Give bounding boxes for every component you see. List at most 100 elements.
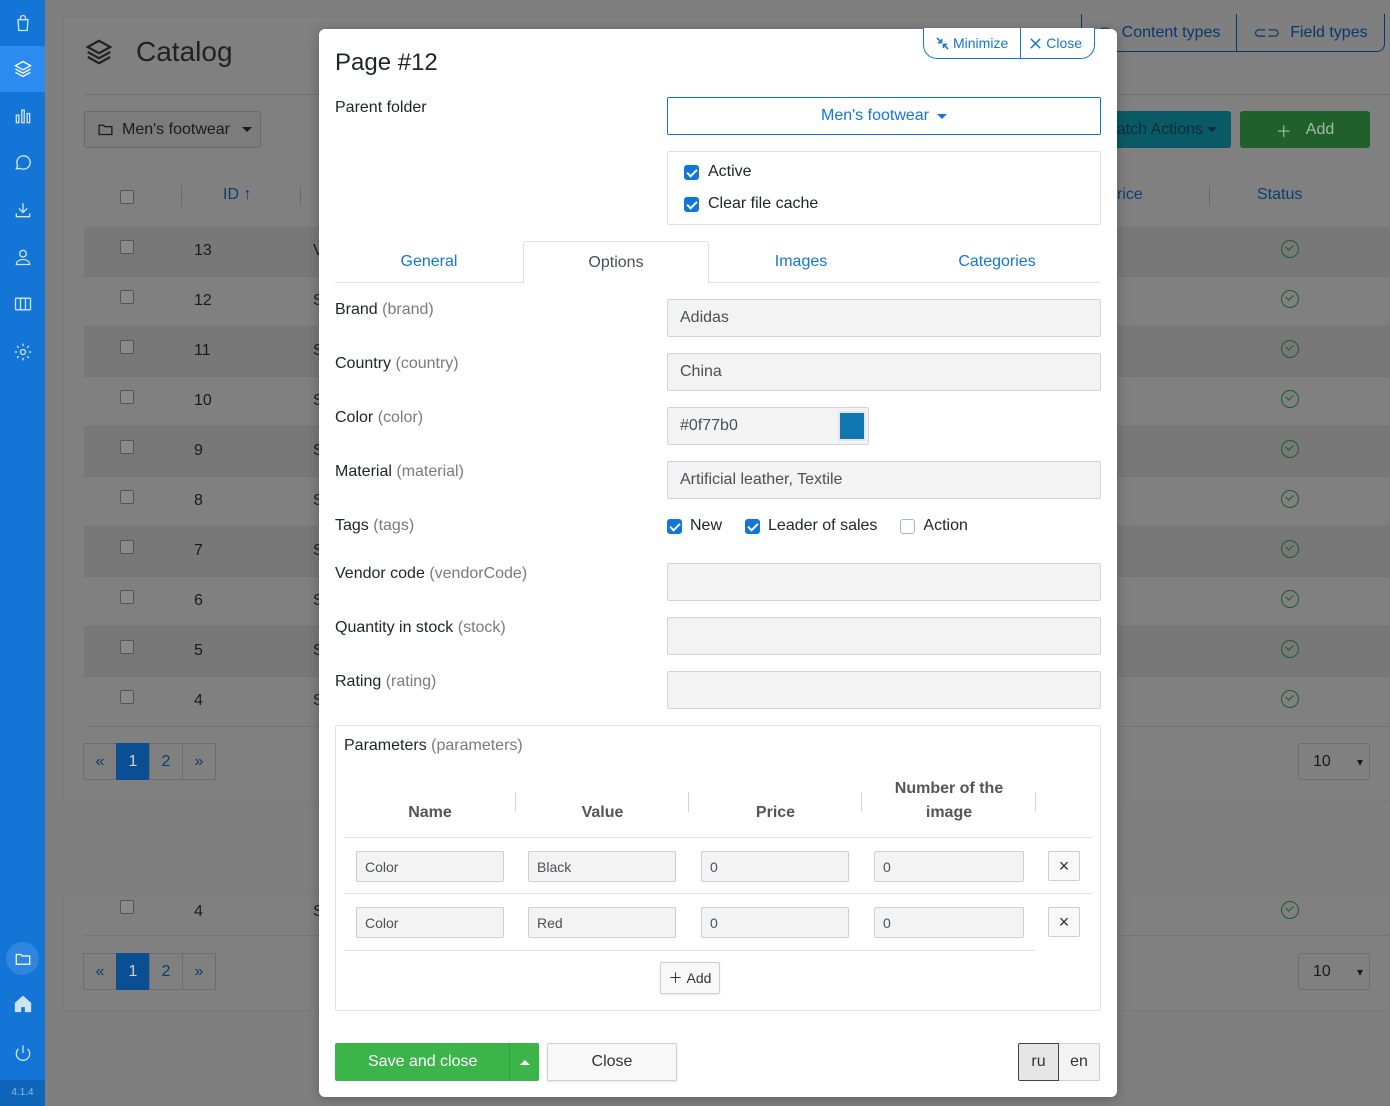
param-delete-button[interactable]: × xyxy=(1048,907,1080,937)
tag-new-checkbox[interactable] xyxy=(667,518,682,534)
tab-options[interactable]: Options xyxy=(523,241,709,284)
tab-images[interactable]: Images xyxy=(709,241,893,283)
lang-en-button[interactable]: en xyxy=(1059,1043,1100,1081)
flags-box: Active Clear file cache xyxy=(667,151,1101,225)
active-checkbox-row[interactable]: Active xyxy=(684,163,752,181)
sidebar-item-tables[interactable] xyxy=(0,281,45,327)
add-button[interactable]: ＋ Add xyxy=(1240,111,1370,148)
param-value-input[interactable]: Red xyxy=(528,907,676,938)
material-label-text: Material xyxy=(335,463,392,480)
param-name-input[interactable]: Color xyxy=(356,907,504,938)
column-price[interactable]: rice xyxy=(1117,186,1143,204)
sidebar-item-home[interactable] xyxy=(0,981,45,1027)
material-input[interactable]: Artificial leather, Textile xyxy=(667,461,1101,499)
sidebar-item-users[interactable] xyxy=(0,234,45,280)
tab-field-types[interactable]: ⊂⊃ Field types xyxy=(1237,14,1385,52)
tag-new-option[interactable]: New xyxy=(667,517,722,535)
save-and-close-button[interactable]: Save and close xyxy=(335,1043,509,1081)
stock-input[interactable] xyxy=(667,617,1101,655)
edit-page-modal: Minimize Close Page #12 Parent folder Me… xyxy=(319,28,1117,1097)
sidebar-item-shop[interactable] xyxy=(0,0,45,46)
row-checkbox[interactable] xyxy=(120,690,134,704)
param-price-input[interactable]: 0 xyxy=(701,907,849,938)
column-id[interactable]: ID ↑ xyxy=(223,186,251,204)
app-version: 4.1.4 xyxy=(0,1080,45,1106)
parent-folder-dropdown[interactable]: Men's footwear xyxy=(667,97,1101,135)
param-delete-button[interactable]: × xyxy=(1048,851,1080,881)
param-name-input[interactable]: Color xyxy=(356,851,504,882)
column-status[interactable]: Status xyxy=(1257,186,1302,204)
save-options-toggle[interactable] xyxy=(509,1043,539,1081)
row-checkbox[interactable] xyxy=(120,440,134,454)
page-prev[interactable]: « xyxy=(83,953,117,990)
param-value-input[interactable]: Black xyxy=(528,851,676,882)
row-checkbox[interactable] xyxy=(120,340,134,354)
page-prev[interactable]: « xyxy=(83,743,117,780)
row-checkbox[interactable] xyxy=(120,240,134,254)
page-2[interactable]: 2 xyxy=(149,743,183,780)
color-input[interactable]: #0f77b0 xyxy=(667,407,869,445)
pagination: « 1 2 » xyxy=(83,743,216,780)
row-checkbox[interactable] xyxy=(120,490,134,504)
top-tabs: ⬭ Content types ⊂⊃ Field types xyxy=(1081,14,1385,52)
lang-ru-button[interactable]: ru xyxy=(1018,1043,1059,1081)
brand-input[interactable]: Adidas xyxy=(667,299,1101,337)
tag-leader-checkbox[interactable] xyxy=(745,518,761,534)
row-id: 8 xyxy=(194,492,203,509)
batch-actions-button[interactable]: atch Actions xyxy=(1100,111,1231,148)
color-label: Color (color) xyxy=(335,409,423,427)
sidebar-item-catalog[interactable] xyxy=(0,46,45,92)
sidebar-item-logout[interactable] xyxy=(0,1030,45,1076)
brand-label: Brand (brand) xyxy=(335,301,434,319)
per-page-select[interactable]: 10 xyxy=(1298,953,1370,990)
active-checkbox[interactable] xyxy=(684,164,699,180)
tag-leader-option[interactable]: Leader of sales xyxy=(745,517,877,535)
plus-icon: ＋ xyxy=(668,970,683,986)
color-swatch[interactable] xyxy=(838,411,866,441)
row-id: 13 xyxy=(194,242,212,259)
row-checkbox[interactable] xyxy=(120,540,134,554)
tab-field-types-label: Field types xyxy=(1290,23,1368,41)
country-input[interactable]: China xyxy=(667,353,1101,391)
sidebar-item-stats[interactable] xyxy=(0,93,45,139)
clear-cache-checkbox[interactable] xyxy=(684,196,699,212)
sidebar-item-import[interactable] xyxy=(0,187,45,233)
row-checkbox[interactable] xyxy=(120,590,134,604)
param-image-input[interactable]: 0 xyxy=(874,851,1024,882)
page-1[interactable]: 1 xyxy=(116,743,150,780)
per-page-select[interactable]: 10 xyxy=(1298,743,1370,780)
sidebar-item-files[interactable] xyxy=(6,942,39,975)
tag-action-option[interactable]: Action xyxy=(900,517,968,535)
row-checkbox[interactable] xyxy=(120,900,134,914)
row-checkbox[interactable] xyxy=(120,640,134,654)
rating-label: Rating (rating) xyxy=(335,673,436,691)
page-next[interactable]: » xyxy=(182,953,216,990)
page-1[interactable]: 1 xyxy=(116,953,150,990)
row-id: 4 xyxy=(194,692,203,709)
minimize-button[interactable]: Minimize xyxy=(923,28,1022,59)
header-separator xyxy=(1035,792,1036,812)
row-id: 5 xyxy=(194,642,203,659)
page-2[interactable]: 2 xyxy=(149,953,183,990)
modal-close-button[interactable]: Close xyxy=(1021,28,1096,59)
folder-dropdown[interactable]: Men's footwear xyxy=(84,111,261,148)
row-checkbox[interactable] xyxy=(120,290,134,304)
close-button[interactable]: Close xyxy=(547,1043,677,1081)
sidebar-item-settings[interactable] xyxy=(0,329,45,375)
select-all-checkbox[interactable] xyxy=(120,190,134,204)
tab-general[interactable]: General xyxy=(335,241,523,283)
active-label: Active xyxy=(708,163,752,180)
rating-input[interactable] xyxy=(667,671,1101,709)
tag-action-checkbox[interactable] xyxy=(900,518,916,534)
clear-cache-checkbox-row[interactable]: Clear file cache xyxy=(684,195,818,213)
param-add-button[interactable]: ＋ Add xyxy=(660,962,720,994)
page-next[interactable]: » xyxy=(182,743,216,780)
param-price-input[interactable]: 0 xyxy=(701,851,849,882)
vendor-code-input[interactable] xyxy=(667,563,1101,601)
param-image-input[interactable]: 0 xyxy=(874,907,1024,938)
row-checkbox[interactable] xyxy=(120,390,134,404)
param-header-image: Number of the image xyxy=(894,780,1004,821)
row-id: 6 xyxy=(194,592,203,609)
sidebar-item-comments[interactable] xyxy=(0,140,45,186)
tab-categories[interactable]: Categories xyxy=(893,241,1101,283)
